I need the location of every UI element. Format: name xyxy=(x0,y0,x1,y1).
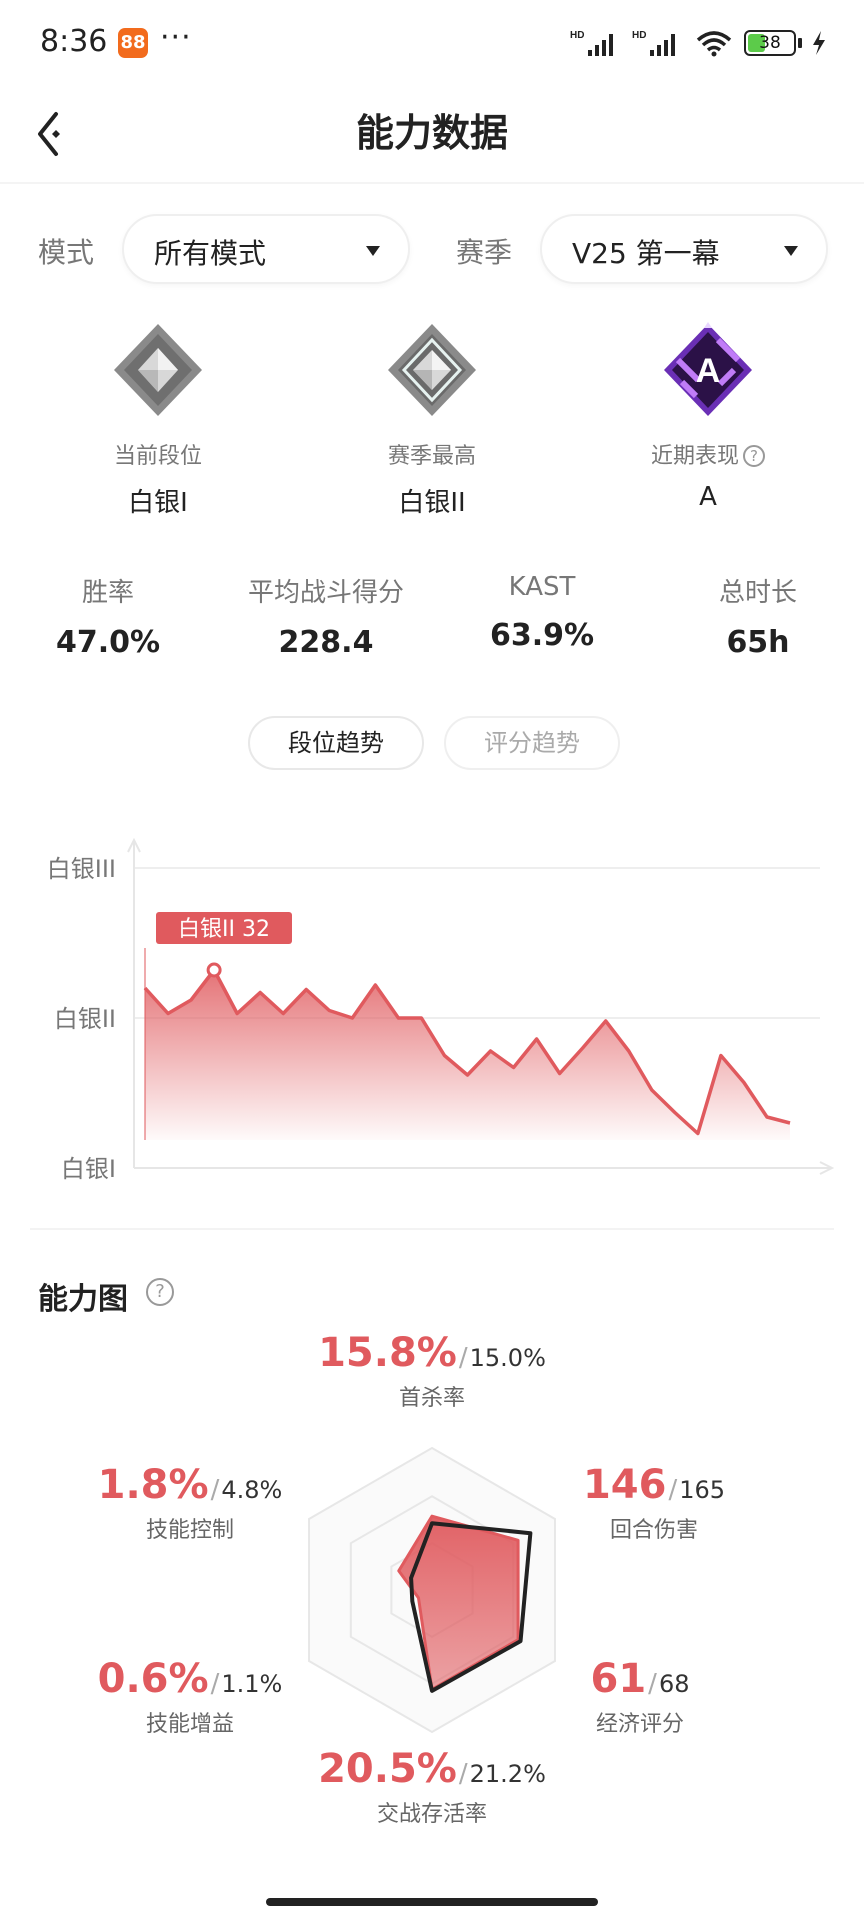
svg-text:A: A xyxy=(696,352,721,390)
rank-label: 当前段位 xyxy=(113,444,202,469)
section-divider xyxy=(30,1228,834,1230)
metric-first-kill-rate: 15.8%/15.0% 首杀率 xyxy=(302,1330,562,1412)
rank-value: A xyxy=(699,482,717,512)
chevron-down-icon xyxy=(784,246,798,256)
rank-label: 赛季最高 xyxy=(387,444,476,469)
chart-y-labels: 白银I 白银II 白银III xyxy=(47,855,116,1180)
metric-value: 15.8% xyxy=(318,1330,457,1376)
tab-score-trend[interactable]: 评分趋势 xyxy=(444,716,620,770)
page-title: 能力数据 xyxy=(355,111,508,155)
recent-performance: A 近期表现? A xyxy=(588,320,828,512)
tab-rank-trend[interactable]: 段位趋势 xyxy=(248,716,424,770)
more-notifications-icon: ··· xyxy=(160,20,192,55)
highlight-label: 白银II 32 xyxy=(178,917,270,942)
stat-value: 47.0% xyxy=(55,625,161,660)
metric-average: 1.1% xyxy=(221,1670,283,1698)
mode-select[interactable]: 所有模式 xyxy=(122,214,410,284)
stat-label: 平均战斗得分 xyxy=(247,578,404,608)
silver-2-rank-icon xyxy=(388,324,476,416)
metric-name: 交战存活率 xyxy=(376,1802,487,1827)
stat-value: 65h xyxy=(726,625,790,660)
grade-a-icon: A xyxy=(664,322,752,416)
chart-series xyxy=(143,948,791,1140)
metric-average: 4.8% xyxy=(221,1476,283,1504)
metric-average: 165 xyxy=(679,1476,726,1504)
stat-win-rate: 胜率 47.0% xyxy=(8,572,208,660)
signal-1-icon: HD xyxy=(570,30,613,56)
metric-value: 20.5% xyxy=(318,1746,457,1792)
stat-kast: KAST 63.9% xyxy=(442,572,642,653)
status-icons: HD HD 38 xyxy=(570,26,826,60)
metric-value: 0.6% xyxy=(97,1656,209,1702)
silver-1-rank-icon xyxy=(114,324,202,416)
trend-area xyxy=(145,970,790,1140)
app-notification-icon: 88 xyxy=(118,28,148,58)
stat-total-time: 总时长 65h xyxy=(658,572,858,660)
metric-average: 21.2% xyxy=(469,1760,546,1788)
metric-skill-boost: 0.6%/1.1% 技能增益 xyxy=(60,1656,320,1738)
stat-label: KAST xyxy=(508,572,576,602)
rank-trend-chart: 白银I 白银II 白银III 白银II 32 xyxy=(47,837,835,1180)
chart-highlight: 白银II 32 xyxy=(156,912,292,978)
metric-average: 15.0% xyxy=(469,1344,546,1372)
radar-section-title: 能力图 xyxy=(38,1282,128,1317)
header: 能力数据 xyxy=(0,88,864,184)
battery-percent: 38 xyxy=(759,33,781,53)
home-indicator[interactable] xyxy=(266,1898,598,1906)
season-label: 赛季 xyxy=(456,236,513,269)
help-icon[interactable]: ? xyxy=(146,1278,174,1306)
metric-economy-score: 61/68 经济评分 xyxy=(510,1656,770,1738)
y-tick-label: 白银III xyxy=(47,855,116,883)
svg-text:HD: HD xyxy=(570,30,584,41)
y-tick-label: 白银I xyxy=(61,1155,116,1180)
rank-label-text: 近期表现 xyxy=(650,444,739,469)
season-peak-rank: 赛季最高 白银II xyxy=(312,320,552,519)
rank-value: 白银II xyxy=(398,488,466,518)
metric-name: 技能控制 xyxy=(145,1518,234,1543)
status-time: 8:36 xyxy=(40,24,108,59)
mode-label: 模式 xyxy=(38,236,95,269)
stat-value: 63.9% xyxy=(489,618,595,653)
chevron-down-icon xyxy=(366,246,380,256)
metric-name: 技能增益 xyxy=(145,1712,234,1737)
metric-value: 1.8% xyxy=(97,1462,209,1508)
battery-icon: 38 xyxy=(744,30,796,56)
metric-average: 68 xyxy=(658,1670,690,1698)
mode-select-value: 所有模式 xyxy=(154,237,267,270)
metric-engagement-survival-rate: 20.5%/21.2% 交战存活率 xyxy=(302,1746,562,1828)
season-select[interactable]: V25 第一幕 xyxy=(540,214,828,284)
season-select-value: V25 第一幕 xyxy=(572,237,720,270)
stat-label: 胜率 xyxy=(81,578,134,608)
metric-round-damage: 146/165 回合伤害 xyxy=(524,1462,784,1544)
charging-icon xyxy=(813,31,825,55)
stat-label: 总时长 xyxy=(718,578,797,608)
metric-value: 61 xyxy=(590,1656,647,1702)
current-rank: 当前段位 白银I xyxy=(38,320,278,519)
help-icon[interactable]: ? xyxy=(743,445,765,467)
metric-skill-control: 1.8%/4.8% 技能控制 xyxy=(60,1462,320,1544)
highlight-point xyxy=(206,962,222,978)
stat-value: 228.4 xyxy=(278,625,374,660)
y-tick-label: 白银II xyxy=(54,1005,116,1033)
rank-label: 近期表现? xyxy=(588,438,828,470)
metric-name: 经济评分 xyxy=(595,1712,684,1737)
metric-value: 146 xyxy=(582,1462,667,1508)
metric-name: 首杀率 xyxy=(398,1386,465,1411)
stat-avg-combat-score: 平均战斗得分 228.4 xyxy=(226,572,426,660)
battery-cap xyxy=(798,38,802,48)
status-bar: 8:36 88 ··· HD HD 38 xyxy=(0,0,864,88)
signal-2-icon: HD xyxy=(632,30,675,56)
metric-name: 回合伤害 xyxy=(609,1518,698,1543)
wifi-icon xyxy=(696,31,732,57)
svg-text:HD: HD xyxy=(632,30,646,41)
rank-value: 白银I xyxy=(128,488,188,518)
